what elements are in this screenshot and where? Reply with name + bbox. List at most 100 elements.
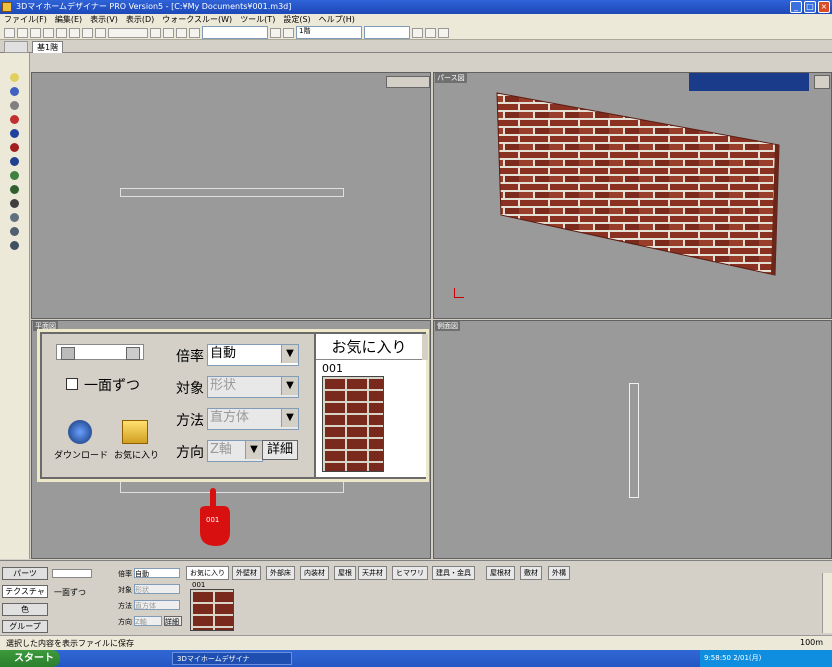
- bottom-direction-select[interactable]: Z軸: [134, 616, 162, 626]
- scale-select[interactable]: 自動 ▼: [207, 344, 299, 366]
- chevron-down-icon[interactable]: ▼: [281, 377, 298, 395]
- start-button[interactable]: スタート: [0, 650, 60, 667]
- bottom-tab-ceiling[interactable]: 天井材: [358, 566, 387, 580]
- down-icon[interactable]: [425, 27, 436, 38]
- bottom-tab-exterior-wall[interactable]: 外壁材: [232, 566, 261, 580]
- print-icon[interactable]: [69, 27, 80, 38]
- chevron-down-icon[interactable]: ▼: [245, 441, 262, 459]
- plant-icon[interactable]: [10, 185, 19, 194]
- stairs-icon[interactable]: [10, 143, 19, 152]
- texture-slider[interactable]: [56, 344, 144, 360]
- up-icon[interactable]: [412, 27, 423, 38]
- new-icon[interactable]: [30, 27, 41, 38]
- detail-button[interactable]: 詳細: [262, 440, 298, 460]
- color-button[interactable]: 色: [2, 603, 48, 616]
- menu-tools[interactable]: ツール(T): [240, 14, 275, 26]
- menu-help[interactable]: ヘルプ(H): [319, 14, 355, 26]
- bottom-tab-interior[interactable]: 内装材: [300, 566, 329, 580]
- chevron-down-icon[interactable]: ▼: [281, 345, 298, 363]
- room-icon[interactable]: [10, 101, 19, 110]
- parts-button[interactable]: パーツ: [2, 567, 48, 580]
- bottom-tab-roof[interactable]: 屋根: [334, 566, 356, 580]
- render-icon[interactable]: [189, 27, 200, 38]
- target-select[interactable]: 形状 ▼: [207, 376, 299, 398]
- open-icon[interactable]: [43, 27, 54, 38]
- roof-icon[interactable]: [10, 157, 19, 166]
- floor-icon[interactable]: [4, 41, 28, 53]
- wall-outline-plan-lower[interactable]: [120, 479, 344, 493]
- mode-toggle-button[interactable]: [108, 27, 148, 38]
- layer-select[interactable]: [202, 26, 268, 39]
- bottom-scale-select[interactable]: 自動: [134, 568, 180, 578]
- menu-settings[interactable]: 設定(S): [283, 14, 310, 26]
- tab-floor[interactable]: 基1階: [32, 41, 64, 53]
- view-controls-button[interactable]: [386, 76, 430, 88]
- wall-outline-plan[interactable]: [120, 188, 344, 197]
- close-button[interactable]: ×: [818, 1, 830, 13]
- bottom-detail-button[interactable]: 詳細: [164, 616, 182, 626]
- zoom-out-icon[interactable]: [95, 27, 106, 38]
- color-select[interactable]: [364, 26, 410, 39]
- viewport-top-left[interactable]: [31, 72, 431, 319]
- favorites-scrollbar[interactable]: [422, 334, 428, 360]
- bottom-tab-fittings[interactable]: 建具・金具: [432, 566, 475, 580]
- bottom-scrollbar[interactable]: [822, 573, 832, 633]
- bottom-brick-thumbnail[interactable]: [190, 589, 234, 631]
- camera-icon[interactable]: [10, 227, 19, 236]
- floor-select[interactable]: 1階: [296, 26, 362, 39]
- brick-texture-thumbnail[interactable]: [322, 376, 384, 472]
- method-select[interactable]: 直方体 ▼: [207, 408, 299, 430]
- viewport-perspective[interactable]: パース図: [433, 72, 832, 319]
- menu-edit[interactable]: 編集(E): [55, 14, 82, 26]
- group-button[interactable]: グループ: [2, 620, 48, 633]
- window-title: 3Dマイホームデザイナー PRO Version5 - [C:¥My Docum…: [16, 2, 292, 11]
- dimension-icon[interactable]: [10, 199, 19, 208]
- favorites-list: お気に入り 001: [314, 334, 428, 477]
- bottom-target-label: 対象: [118, 586, 132, 594]
- door-icon[interactable]: [10, 115, 19, 124]
- bottom-tab-exterior-floor[interactable]: 外部床: [266, 566, 295, 580]
- bottom-texture-slider[interactable]: [52, 569, 92, 578]
- bottom-tab-exterior-structure[interactable]: 外構: [548, 566, 570, 580]
- layer-down-icon[interactable]: [283, 27, 294, 38]
- bottom-tab-floor-material[interactable]: 敷材: [520, 566, 542, 580]
- download-icon[interactable]: [68, 420, 92, 444]
- minimize-button[interactable]: _: [790, 1, 802, 13]
- favorites-folder-icon[interactable]: [122, 420, 148, 444]
- menu-walkthrough[interactable]: ウォークスルー(W): [162, 14, 232, 26]
- bottom-one-by-one[interactable]: 一面ずつ: [54, 587, 86, 598]
- wall-icon[interactable]: [10, 87, 19, 96]
- bottom-tab-favorites[interactable]: お気に入り: [186, 566, 229, 580]
- brick-wall-3d[interactable]: [489, 87, 789, 287]
- save-icon[interactable]: [56, 27, 67, 38]
- bottom-tab-himawari[interactable]: ヒマワリ: [392, 566, 428, 580]
- undo-icon[interactable]: [17, 27, 28, 38]
- view-single-icon[interactable]: [150, 27, 161, 38]
- bottom-target-select[interactable]: 形状: [134, 584, 180, 594]
- window-icon[interactable]: [10, 129, 19, 138]
- one-by-one-checkbox[interactable]: [66, 378, 78, 390]
- pointer-icon[interactable]: [10, 73, 19, 82]
- text-icon[interactable]: [10, 213, 19, 222]
- zoom-in-icon[interactable]: [82, 27, 93, 38]
- chevron-down-icon[interactable]: ▼: [281, 409, 298, 427]
- view-quad-icon[interactable]: [176, 27, 187, 38]
- furniture-icon[interactable]: [10, 171, 19, 180]
- menu-view[interactable]: 表示(V): [90, 14, 118, 26]
- layer-up-icon[interactable]: [270, 27, 281, 38]
- menu-display[interactable]: 表示(D): [126, 14, 154, 26]
- taskbar-app-button[interactable]: 3Dマイホームデザイナ: [172, 652, 292, 665]
- bottom-tab-roof-material[interactable]: 屋根材: [486, 566, 515, 580]
- bottom-method-select[interactable]: 直方体: [134, 600, 180, 610]
- maximize-button[interactable]: □: [804, 1, 816, 13]
- select-tool-icon[interactable]: [4, 27, 15, 38]
- direction-select[interactable]: Z軸 ▼: [207, 440, 263, 462]
- nav-close-icon[interactable]: [814, 75, 830, 89]
- texture-button[interactable]: テクスチャ: [2, 585, 48, 598]
- help-icon[interactable]: [438, 27, 449, 38]
- viewport-side[interactable]: 側面図: [433, 320, 832, 559]
- menu-file[interactable]: ファイル(F): [4, 14, 47, 26]
- wall-outline-side[interactable]: [629, 383, 639, 498]
- light-icon[interactable]: [10, 241, 19, 250]
- view-split-icon[interactable]: [163, 27, 174, 38]
